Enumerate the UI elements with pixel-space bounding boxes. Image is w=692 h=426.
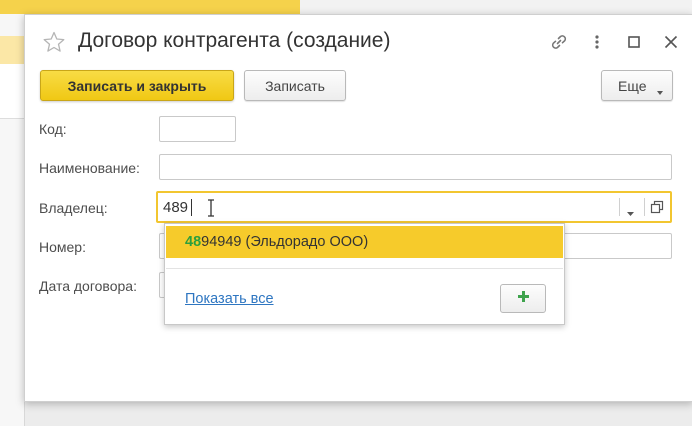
autocomplete-item-text: 4894949 (Эльдорадо ООО): [185, 234, 368, 250]
background-app-list: [0, 14, 25, 426]
add-new-button[interactable]: [500, 284, 546, 313]
open-form-icon[interactable]: [650, 200, 664, 219]
owner-field[interactable]: 489: [156, 191, 672, 223]
dialog-header: Договор контрагента (создание): [25, 15, 692, 67]
close-icon[interactable]: [661, 32, 681, 52]
number-label: Номер:: [39, 239, 86, 255]
name-field[interactable]: [159, 154, 672, 180]
star-icon[interactable]: [43, 31, 65, 53]
dialog-title: Договор контрагента (создание): [78, 29, 391, 52]
show-all-link[interactable]: Показать все: [185, 291, 274, 307]
contract-date-label: Дата договора:: [39, 278, 137, 294]
autocomplete-match: 48: [185, 234, 202, 250]
field-separator: [644, 198, 645, 216]
link-icon[interactable]: [549, 32, 569, 52]
code-field[interactable]: [159, 116, 236, 142]
chevron-down-icon[interactable]: [626, 204, 635, 222]
contract-dialog: Договор контрагента (создание) Записать …: [24, 14, 692, 402]
background-selected-row: [0, 36, 24, 64]
save-button[interactable]: Записать: [244, 70, 346, 101]
autocomplete-dropdown: 4894949 (Эльдорадо ООО) Показать все: [164, 223, 565, 325]
field-separator: [619, 198, 620, 216]
dropdown-divider: [166, 268, 563, 269]
text-cursor-icon: [207, 199, 215, 217]
plus-icon: [517, 290, 530, 308]
code-label: Код:: [39, 121, 67, 137]
owner-label: Владелец:: [39, 200, 108, 216]
name-label: Наименование:: [39, 160, 140, 176]
autocomplete-item[interactable]: 4894949 (Эльдорадо ООО): [166, 226, 563, 258]
maximize-icon[interactable]: [624, 32, 644, 52]
more-vertical-icon[interactable]: [587, 32, 607, 52]
owner-value: 489: [163, 199, 189, 216]
autocomplete-rest: 94949 (Эльдорадо ООО): [201, 234, 369, 250]
more-button-label: Еще: [618, 77, 647, 94]
background-row: [0, 64, 24, 119]
more-button[interactable]: Еще: [601, 70, 673, 101]
save-and-close-button[interactable]: Записать и закрыть: [40, 70, 234, 101]
text-caret: [191, 199, 192, 216]
chevron-down-icon: [656, 83, 664, 99]
